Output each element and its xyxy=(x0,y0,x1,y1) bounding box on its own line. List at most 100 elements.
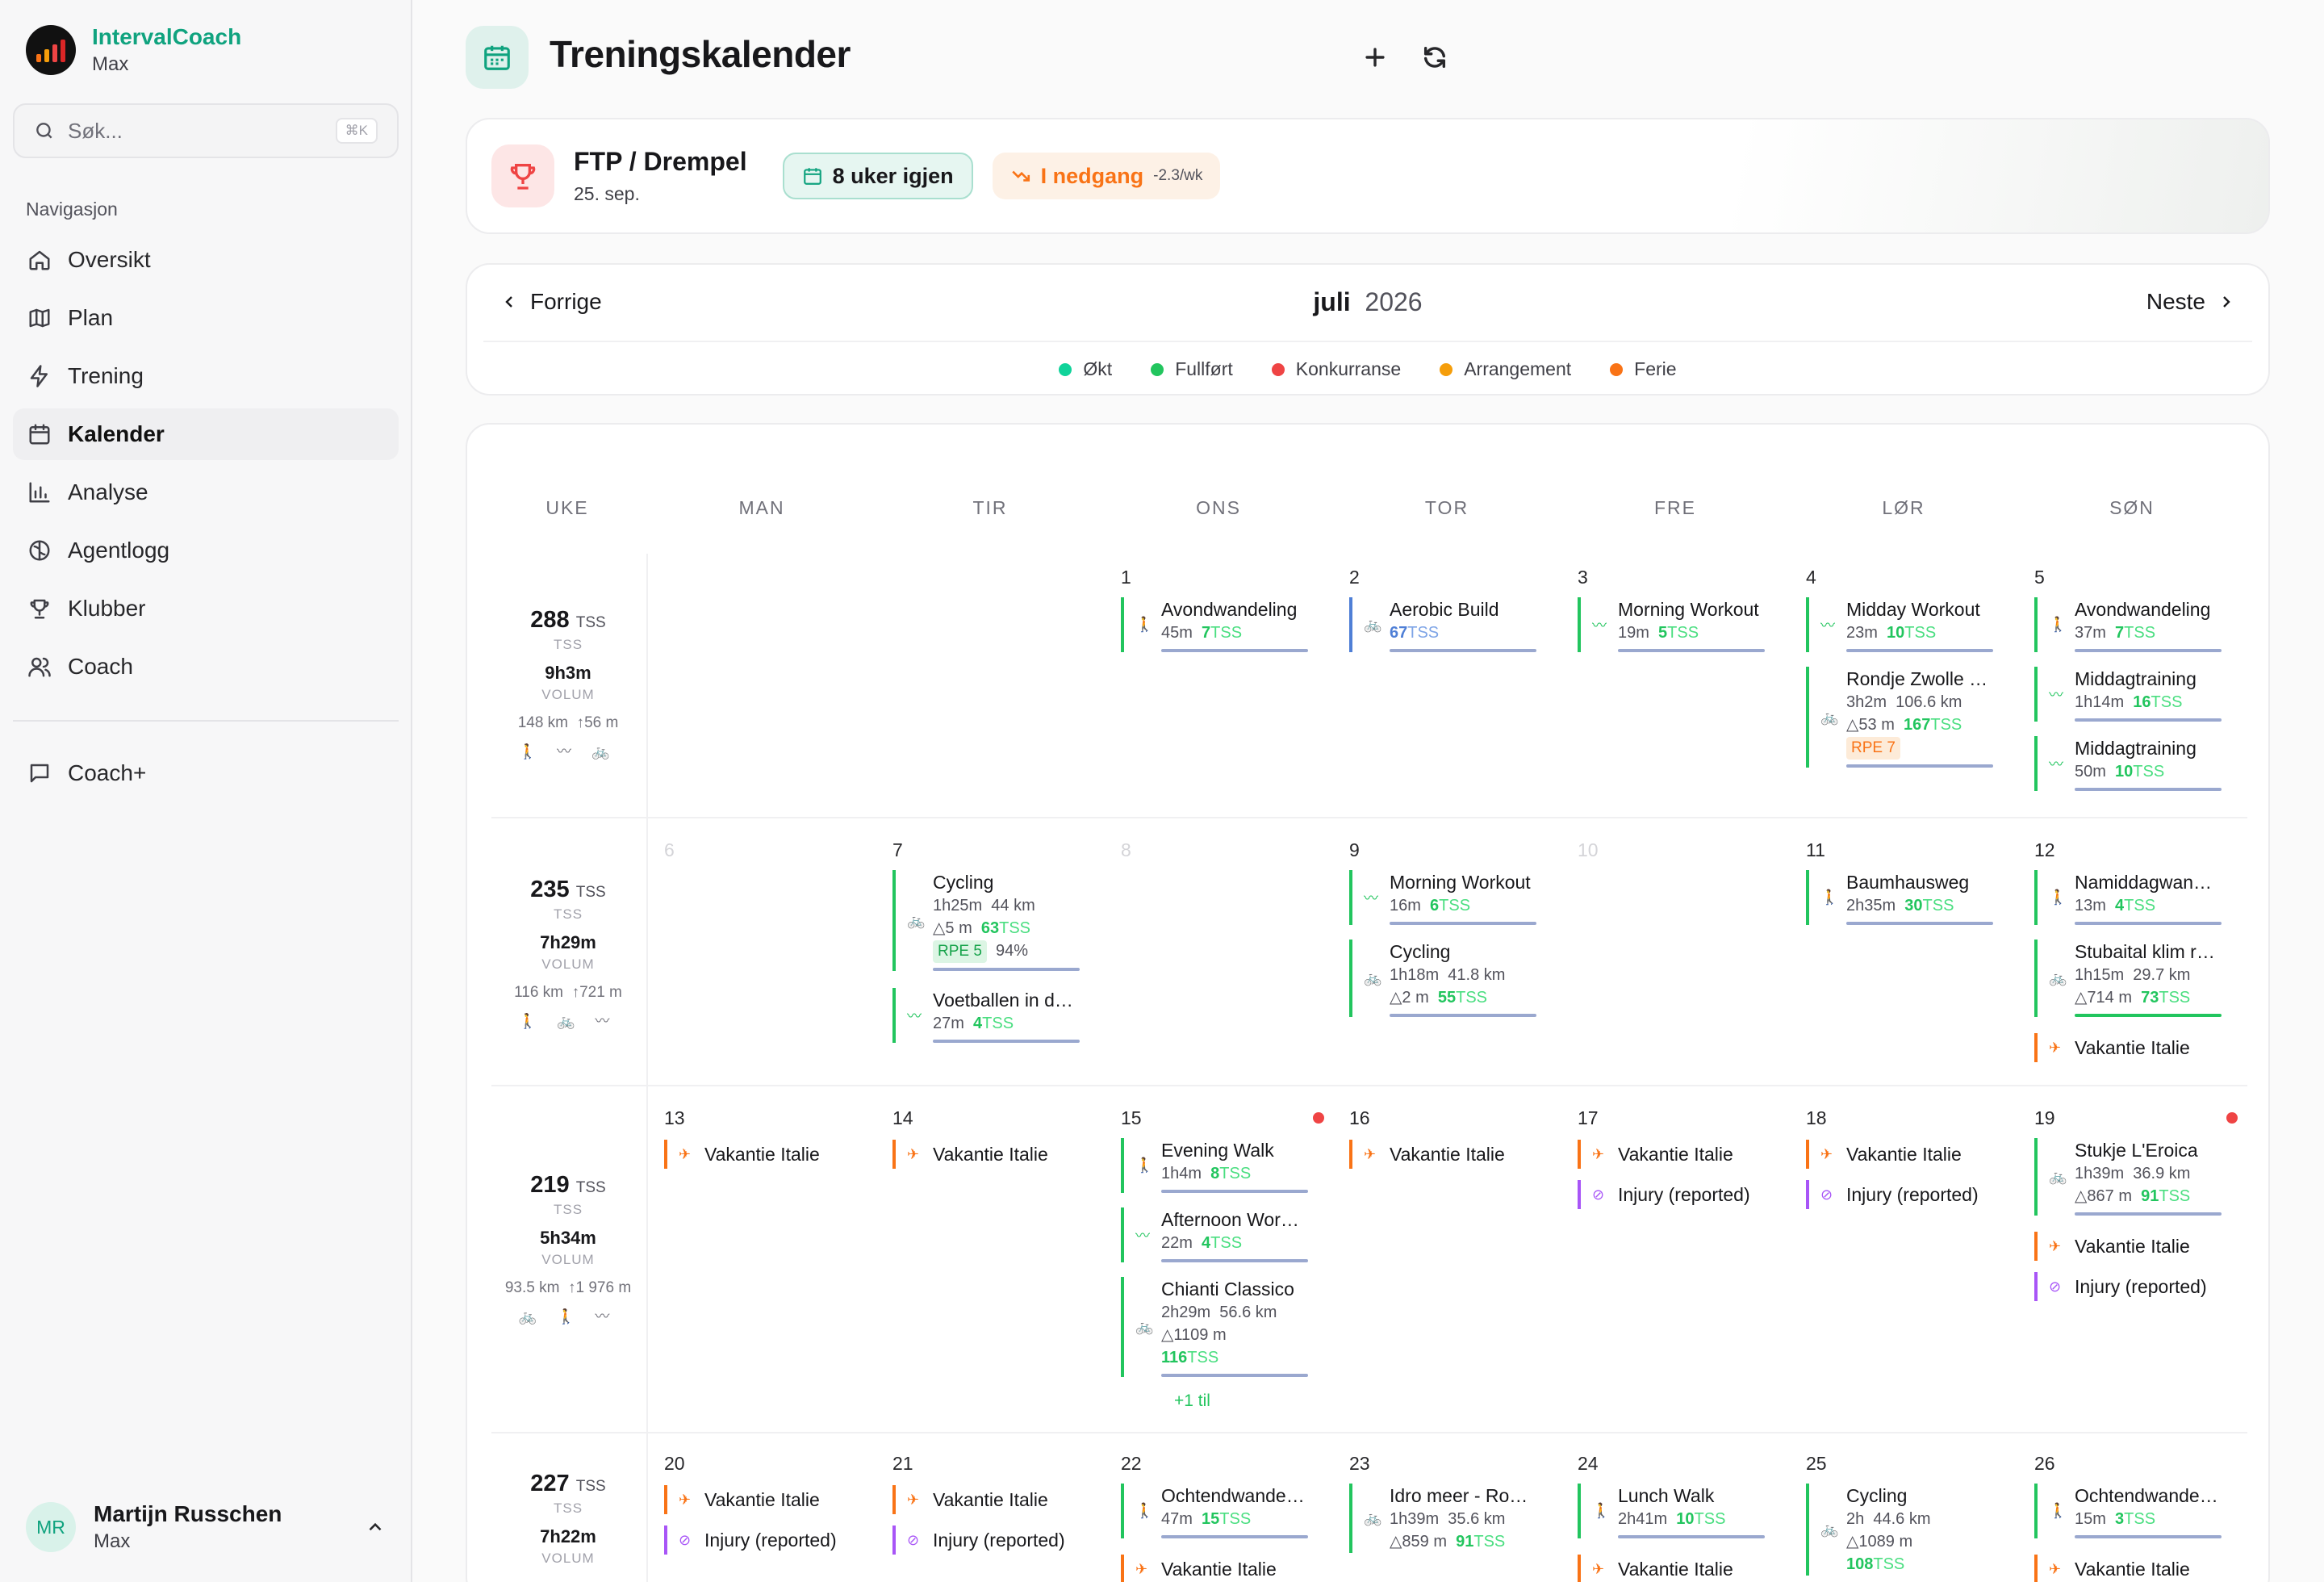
nav-item-trening[interactable]: Trening xyxy=(13,350,399,402)
day-number[interactable]: 15 xyxy=(1121,1107,1142,1129)
activity-card[interactable]: 🚶 Namiddagwandeling 13m 4TSS xyxy=(2034,870,2225,925)
activity-card[interactable]: 🚲 Idro meer - Rondje 1h39m 35.6 km △859 m 9… xyxy=(1349,1484,1540,1553)
activity-card[interactable]: 🚶 Avondwandeling 45m 7TSS xyxy=(1121,597,1311,652)
day-number[interactable]: 13 xyxy=(664,1107,685,1129)
day-number[interactable]: 18 xyxy=(1806,1107,1827,1129)
nav-item-kalender[interactable]: Kalender xyxy=(13,408,399,460)
day-number[interactable]: 7 xyxy=(892,839,903,861)
nav-item-analyse[interactable]: Analyse xyxy=(13,467,399,518)
nav-item-coach-plus[interactable]: Coach+ xyxy=(13,747,399,799)
vacation-event[interactable]: ✈ Vakantie Italie xyxy=(664,1140,866,1169)
search-input[interactable]: Søk... xyxy=(68,119,323,144)
activity-card[interactable]: 〰 Morning Workout 19m 5TSS xyxy=(1578,597,1768,652)
nav-item-oversikt[interactable]: Oversikt xyxy=(13,234,399,286)
activity-card[interactable]: 🚲 Cycling 1h18m 41.8 km △2 m 55TSS xyxy=(1349,940,1540,1017)
vacation-event[interactable]: ✈ Vakantie Italie xyxy=(664,1485,866,1514)
compliance-percent: 94% xyxy=(996,942,1029,960)
nav-item-coach[interactable]: Coach xyxy=(13,641,399,693)
vacation-event[interactable]: ✈ Vakantie Italie xyxy=(1349,1140,1551,1169)
day-number[interactable]: 26 xyxy=(2034,1453,2055,1475)
activity-card[interactable]: 🚶 Avondwandeling 37m 7TSS xyxy=(2034,597,2225,652)
vacation-event[interactable]: ✈ Vakantie Italie xyxy=(2034,1232,2236,1261)
injury-event[interactable]: ⊘ Injury (reported) xyxy=(1578,1180,1779,1209)
vacation-event[interactable]: ✈ Vakantie Italie xyxy=(2034,1555,2236,1582)
day-number[interactable]: 5 xyxy=(2034,567,2045,588)
vacation-event[interactable]: ✈ Vakantie Italie xyxy=(1806,1140,2008,1169)
week-summary[interactable]: 288 TSS TSS 9h3m VOLUM 148 km ↑56 m 🚶 〰 … xyxy=(483,607,653,761)
activity-card[interactable]: 🚶 Ochtendwandeling 15m 3TSS xyxy=(2034,1484,2225,1538)
day-number[interactable]: 19 xyxy=(2034,1107,2055,1129)
day-number[interactable]: 21 xyxy=(892,1453,913,1475)
activity-tss: 4 xyxy=(973,1015,983,1032)
chevron-up-icon[interactable] xyxy=(365,1517,386,1538)
day-number[interactable]: 24 xyxy=(1578,1453,1599,1475)
activity-elevation: 2 m xyxy=(1402,989,1429,1007)
activity-card[interactable]: 〰 Midday Workout 23m 10TSS xyxy=(1806,597,1996,652)
vacation-event[interactable]: ✈ Vakantie Italie xyxy=(892,1485,1094,1514)
day-number[interactable]: 9 xyxy=(1349,839,1360,861)
day-number[interactable]: 11 xyxy=(1806,839,1825,861)
day-number[interactable]: 3 xyxy=(1578,567,1588,588)
nav-item-plan[interactable]: Plan xyxy=(13,292,399,344)
next-month-button[interactable]: Neste xyxy=(2146,289,2236,315)
day-number[interactable]: 6 xyxy=(664,839,675,861)
search-box[interactable]: Søk... ⌘K xyxy=(13,103,399,158)
injury-event[interactable]: ⊘ Injury (reported) xyxy=(2034,1272,2236,1301)
activity-card[interactable]: 〰 Voetballen in de tuin 27m 4TSS xyxy=(892,988,1083,1043)
workout-icon: 〰 xyxy=(1135,1228,1150,1244)
activity-card[interactable]: 〰 Middagtraining 1h14m 16TSS xyxy=(2034,667,2225,722)
day-number[interactable]: 8 xyxy=(1121,839,1131,861)
activity-card[interactable]: 〰 Middagtraining 50m 10TSS xyxy=(2034,736,2225,791)
vacation-event[interactable]: ✈ Vakantie Italie xyxy=(1121,1555,1323,1582)
injury-event[interactable]: ⊘ Injury (reported) xyxy=(664,1526,866,1555)
refresh-button[interactable] xyxy=(1413,36,1457,79)
day-number[interactable]: 4 xyxy=(1806,567,1816,588)
user-menu[interactable]: MR Martijn Russchen Max xyxy=(13,1487,399,1567)
week-summary[interactable]: 227 TSS TSS 7h22m VOLUM xyxy=(483,1471,653,1567)
nav-item-klubber[interactable]: Klubber xyxy=(13,583,399,634)
activity-card[interactable]: 🚲Stubaital klim rondje1h15m 29.7 km△714 … xyxy=(2034,940,2225,1017)
activity-card[interactable]: 🚲 Aerobic Build 67TSS xyxy=(1349,597,1540,652)
activity-card[interactable]: 〰 Morning Workout 16m 6TSS xyxy=(1349,870,1540,925)
plane-icon: ✈ xyxy=(1135,1561,1148,1577)
vacation-event[interactable]: ✈ Vakantie Italie xyxy=(892,1140,1094,1169)
week-summary[interactable]: 235 TSS TSS 7h29m VOLUM 116 km ↑721 m 🚶 … xyxy=(483,877,653,1031)
chevron-right-icon xyxy=(2223,296,2230,308)
day-number[interactable]: 20 xyxy=(664,1453,685,1475)
day-number[interactable]: 1 xyxy=(1121,567,1131,588)
show-more-link[interactable]: +1 til xyxy=(1174,1392,1210,1411)
day-number[interactable]: 22 xyxy=(1121,1453,1142,1475)
activity-card[interactable]: 🚶 Ochtendwandeling 47m 15TSS xyxy=(1121,1484,1311,1538)
activity-card[interactable]: 🚶 Lunch Walk 2h41m 10TSS xyxy=(1578,1484,1768,1538)
day-number[interactable]: 14 xyxy=(892,1107,913,1129)
day-number[interactable]: 16 xyxy=(1349,1107,1370,1129)
month-navigator: Forrige juli 2026 Neste Økt Fullført Kon… xyxy=(466,263,2270,396)
activity-card[interactable]: 🚲 Rondje Zwolle e.o. 3h2m 106.6 km △53 m 16… xyxy=(1806,667,1996,768)
day-number[interactable]: 17 xyxy=(1578,1107,1599,1129)
day-number[interactable]: 23 xyxy=(1349,1453,1370,1475)
legend-item: Økt xyxy=(1059,358,1112,380)
nav-item-agentlogg[interactable]: Agentlogg xyxy=(13,525,399,576)
day-number[interactable]: 25 xyxy=(1806,1453,1827,1475)
injury-event[interactable]: ⊘ Injury (reported) xyxy=(1806,1180,2008,1209)
activity-card[interactable]: 🚲 Cycling 2h 44.6 km △1089 m 108TSS xyxy=(1806,1484,1996,1576)
vacation-event[interactable]: ✈ Vakantie Italie xyxy=(1578,1555,1779,1582)
brand[interactable]: IntervalCoach Max xyxy=(26,24,241,76)
day-number[interactable]: 2 xyxy=(1349,567,1360,588)
vacation-event[interactable]: ✈ Vakantie Italie xyxy=(2034,1033,2236,1062)
goal-card[interactable]: FTP / Drempel 25. sep. 8 uker igjen I ned… xyxy=(466,118,2270,234)
activity-card[interactable]: 🚶 Baumhausweg 2h35m 30TSS xyxy=(1806,870,1996,925)
nav-label: Agentlogg xyxy=(68,538,170,563)
week-summary[interactable]: 219 TSS TSS 5h34m VOLUM 93.5 km ↑1 976 m… xyxy=(483,1172,653,1326)
activity-card[interactable]: 〰 Afternoon Workout 22m 4TSS xyxy=(1121,1207,1311,1262)
day-number[interactable]: 10 xyxy=(1578,839,1599,861)
day-number[interactable]: 12 xyxy=(2034,839,2055,861)
activity-card[interactable]: 🚶 Evening Walk 1h4m 8TSS xyxy=(1121,1138,1311,1193)
activity-card[interactable]: 🚲 Stukje L'Eroica 1h39m 36.9 km △867 m 91TS… xyxy=(2034,1138,2225,1216)
add-button[interactable] xyxy=(1353,36,1397,79)
injury-event[interactable]: ⊘ Injury (reported) xyxy=(892,1526,1094,1555)
activity-card[interactable]: 🚲 Cycling 1h25m 44 km △5 m 63TSS RPE 5 94% xyxy=(892,870,1083,971)
activity-card[interactable]: 🚲 Chianti Classico 2h29m 56.6 km △1109 m 116… xyxy=(1121,1277,1311,1377)
vacation-event[interactable]: ✈ Vakantie Italie xyxy=(1578,1140,1779,1169)
page-title: Treningskalender xyxy=(550,33,851,75)
